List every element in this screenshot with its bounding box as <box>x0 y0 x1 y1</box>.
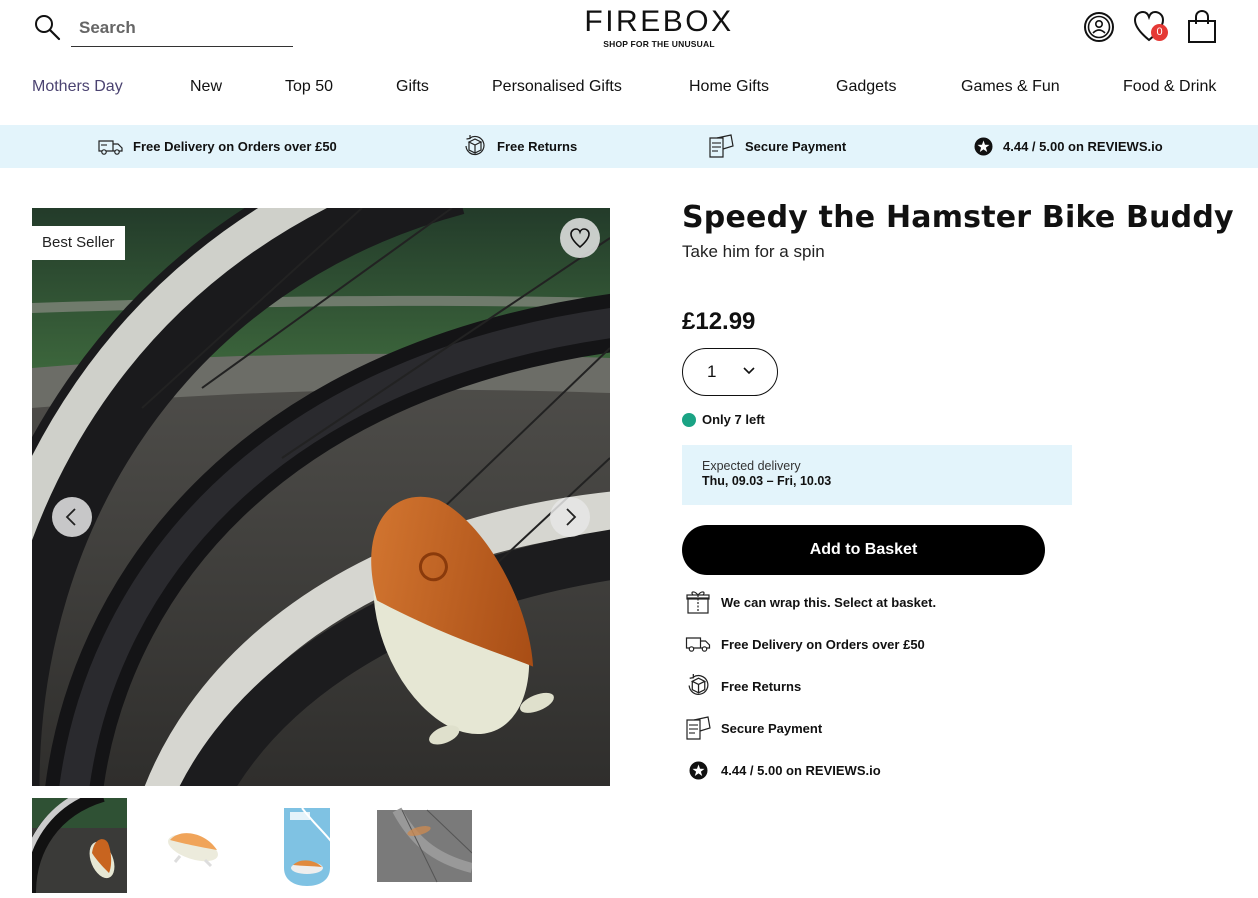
perk-label: Free Delivery on Orders over £50 <box>721 636 925 652</box>
nav-item-gadgets[interactable]: Gadgets <box>836 78 896 96</box>
perk-reviews: 4.44 / 5.00 on REVIEWS.io <box>684 756 881 784</box>
thumbnail-image <box>145 798 240 893</box>
product-title: Speedy the Hamster Bike Buddy <box>682 200 1234 235</box>
product-price: £12.99 <box>682 308 756 335</box>
quantity-select[interactable]: 1 <box>682 348 778 396</box>
perk-free-returns: Free Returns <box>684 672 801 700</box>
perk-label: Free Returns <box>721 678 802 694</box>
nav-item-gifts[interactable]: Gifts <box>396 78 429 96</box>
perk-free-delivery: Free Delivery on Orders over £50 <box>684 630 925 658</box>
nav-item-games-fun[interactable]: Games & Fun <box>961 78 1060 96</box>
product-main-image[interactable] <box>32 208 610 786</box>
firebox-logo[interactable]: FIREBOX SHOP FOR THE UNUSUAL <box>584 5 734 50</box>
logo-tagline: SHOP FOR THE UNUSUAL <box>603 39 715 49</box>
truck-icon <box>98 139 123 155</box>
stock-indicator: Only 7 left <box>682 412 765 427</box>
nav-item-home-gifts[interactable]: Home Gifts <box>689 78 769 96</box>
returns-box-icon <box>688 674 709 695</box>
thumbnail-image <box>262 798 357 893</box>
usp-free-delivery[interactable]: Free Delivery on Orders over £50 <box>98 125 337 168</box>
quantity-value: 1 <box>707 362 717 381</box>
usp-banner: Free Delivery on Orders over £50 Free Re… <box>0 125 1258 168</box>
add-to-basket-button[interactable]: Add to Basket <box>682 525 1045 575</box>
usp-reviews[interactable]: 4.44 / 5.00 on REVIEWS.io <box>974 125 1163 168</box>
add-to-wishlist-button[interactable] <box>560 218 600 258</box>
usp-label: 4.44 / 5.00 on REVIEWS.io <box>1003 139 1163 154</box>
thumbnail-1[interactable] <box>32 798 127 893</box>
payment-card-icon <box>709 134 734 158</box>
nav-item-personalised-gifts[interactable]: Personalised Gifts <box>492 78 622 96</box>
usp-label: Free Delivery on Orders over £50 <box>133 139 337 154</box>
thumbnail-4[interactable] <box>377 798 472 893</box>
delivery-dates: Thu, 09.03 – Fri, 10.03 <box>702 474 832 488</box>
returns-box-icon <box>465 135 485 156</box>
thumbnail-3[interactable] <box>262 798 357 893</box>
search-icon[interactable] <box>33 13 61 41</box>
star-badge-icon <box>974 137 993 156</box>
stock-label: Only 7 left <box>702 412 765 427</box>
payment-card-icon <box>686 715 711 740</box>
main-navigation: Mothers Day New Top 50 Gifts Personalise… <box>0 78 1258 102</box>
star-badge-icon <box>689 761 707 779</box>
nav-item-new[interactable]: New <box>190 78 222 96</box>
nav-item-top-50[interactable]: Top 50 <box>285 78 333 96</box>
perk-gift-wrap: We can wrap this. Select at basket. <box>684 588 936 616</box>
nav-item-mothers-day[interactable]: Mothers Day <box>32 78 123 96</box>
wishlist-count-badge: 0 <box>1151 24 1168 41</box>
expected-delivery-box: Expected delivery Thu, 09.03 – Fri, 10.0… <box>682 445 1072 505</box>
thumbnail-image <box>32 798 127 893</box>
usp-free-returns[interactable]: Free Returns <box>462 125 577 168</box>
hamster-bike-photo <box>32 208 610 786</box>
stock-status-dot <box>682 412 696 427</box>
chevron-down-icon <box>743 367 755 375</box>
usp-label: Secure Payment <box>745 139 847 154</box>
perk-label: Secure Payment <box>721 720 823 736</box>
perk-label: We can wrap this. Select at basket. <box>721 594 937 610</box>
previous-image-button[interactable] <box>52 497 92 537</box>
usp-secure-payment[interactable]: Secure Payment <box>707 125 846 168</box>
site-header: FIREBOX SHOP FOR THE UNUSUAL 0 <box>0 0 1258 60</box>
perk-secure-payment: Secure Payment <box>684 714 822 742</box>
chevron-right-icon <box>566 508 577 526</box>
usp-label: Free Returns <box>497 139 578 154</box>
chevron-left-icon <box>65 508 76 526</box>
perk-label: 4.44 / 5.00 on REVIEWS.io <box>721 762 881 778</box>
product-subtitle: Take him for a spin <box>682 242 825 261</box>
shopping-bag-icon[interactable] <box>1185 9 1219 45</box>
best-seller-badge: Best Seller <box>32 226 125 260</box>
truck-icon <box>685 637 711 652</box>
heart-icon <box>570 228 590 249</box>
next-image-button[interactable] <box>550 497 590 537</box>
nav-item-food-drink[interactable]: Food & Drink <box>1123 78 1216 96</box>
gift-icon <box>686 591 710 614</box>
thumbnail-2[interactable] <box>145 798 240 893</box>
account-icon[interactable] <box>1082 9 1116 45</box>
search-input[interactable] <box>71 10 293 47</box>
thumbnail-image <box>377 798 472 893</box>
logo-text: FIREBOX <box>584 5 734 38</box>
delivery-label: Expected delivery <box>702 459 801 473</box>
